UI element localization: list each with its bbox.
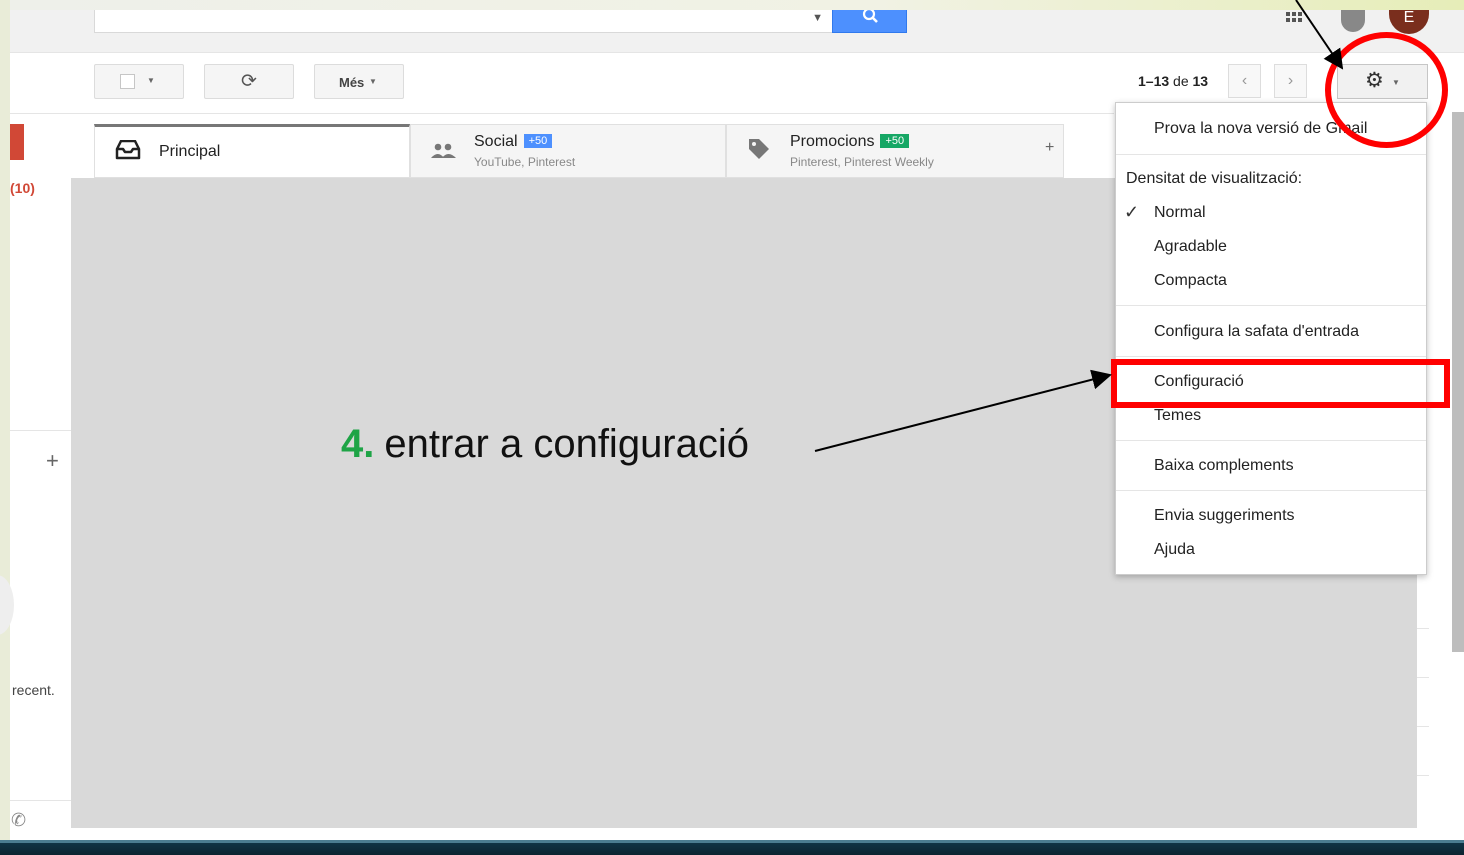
prev-page-button[interactable]: ‹ [1228,64,1261,98]
pagination-label: 1–13 de 13 [1138,73,1208,89]
tab-subtitle: YouTube, Pinterest [474,155,576,169]
inbox-unread-count: (10) [10,180,35,196]
tab-principal[interactable]: Principal [94,124,410,178]
menu-separator [1116,440,1426,441]
magnifier-icon [862,7,878,23]
pager-range: 1–13 [1138,73,1170,89]
inbox-icon [115,140,141,160]
row-divider [1417,726,1429,727]
gmail-top-bar: ▼ E [10,7,1464,53]
new-count-badge: +50 [523,134,553,148]
add-icon[interactable]: + [46,448,59,474]
select-all-checkbox[interactable] [120,74,135,89]
people-icon [431,143,456,158]
pager-total: 13 [1192,73,1209,89]
tab-title: Promocions +50 [790,133,910,151]
tab-title: Principal [159,143,221,160]
chevron-right-icon: › [1287,72,1294,89]
menu-separator [1116,305,1426,306]
density-header: Densitat de visualització: [1126,170,1303,187]
refresh-button[interactable]: ⟳ [204,64,294,99]
toolbar-divider [10,113,1114,114]
highlight-circle [1325,32,1448,148]
phone-icon[interactable]: ✆ [11,810,26,831]
row-divider [1417,775,1429,776]
tab-title-text: Promocions [790,133,875,150]
menu-item-density-normal[interactable]: Normal [1154,204,1206,222]
avatar-initial: E [1403,9,1415,26]
annotation-callout: 4. entrar a configuració [341,422,749,467]
add-tab-icon[interactable]: + [1045,139,1054,157]
hangouts-avatar[interactable] [0,575,14,635]
scrollbar[interactable] [1452,112,1464,652]
tab-subtitle: Pinterest, Pinterest Weekly [790,155,934,169]
bell-icon[interactable] [1341,10,1365,32]
caret-down-icon: ▼ [147,76,155,85]
grid-icon[interactable] [1286,12,1304,24]
more-button[interactable]: Més ▼ [314,64,404,99]
search-button[interactable] [832,7,907,33]
search-input[interactable]: ▼ [94,10,834,33]
tag-icon [749,139,769,159]
more-label: Més [339,75,365,90]
menu-separator [1116,154,1426,155]
row-divider [1417,628,1429,629]
recent-text: recent. [12,682,55,698]
next-page-button[interactable]: › [1274,64,1307,98]
slide-frame-left [0,0,10,855]
caret-down-icon[interactable]: ▼ [812,12,823,24]
slide-frame-top [0,0,1464,10]
row-divider [1417,677,1429,678]
menu-item-send-feedback[interactable]: Envia suggeriments [1154,507,1295,525]
settings-dropdown-menu: Prova la nova versió de Gmail Densitat d… [1115,102,1427,575]
avatar[interactable]: E [1389,10,1429,34]
sidebar-divider [10,800,72,801]
highlight-box [1111,359,1450,408]
menu-item-themes[interactable]: Temes [1154,407,1201,425]
menu-item-density-compact[interactable]: Compacta [1154,272,1227,290]
menu-separator [1116,356,1426,357]
menu-item-get-addons[interactable]: Baixa complements [1154,457,1294,475]
select-checkbox-button[interactable]: ▼ [94,64,184,99]
menu-item-configure-inbox[interactable]: Configura la safata d'entrada [1154,323,1359,341]
new-count-badge: +50 [880,134,910,148]
chevron-left-icon: ‹ [1241,72,1248,89]
annotation-text: entrar a configuració [384,422,750,466]
tab-social[interactable]: Social +50 YouTube, Pinterest [410,124,726,178]
menu-item-help[interactable]: Ajuda [1154,541,1195,559]
checkmark-icon: ✓ [1124,202,1140,222]
step-number: 4. [341,422,375,466]
slide-frame-bottom [0,840,1464,855]
sidebar-divider [10,430,72,431]
menu-item-density-comfortable[interactable]: Agradable [1154,238,1227,256]
pager-of: de [1173,73,1189,89]
tab-title: Social +50 [474,133,553,151]
refresh-icon: ⟳ [241,71,257,92]
tab-title-text: Social [474,133,518,150]
compose-button[interactable] [10,124,24,160]
caret-down-icon: ▼ [369,77,377,86]
tab-promocions[interactable]: Promocions +50 Pinterest, Pinterest Weekl… [726,124,1064,178]
menu-separator [1116,490,1426,491]
